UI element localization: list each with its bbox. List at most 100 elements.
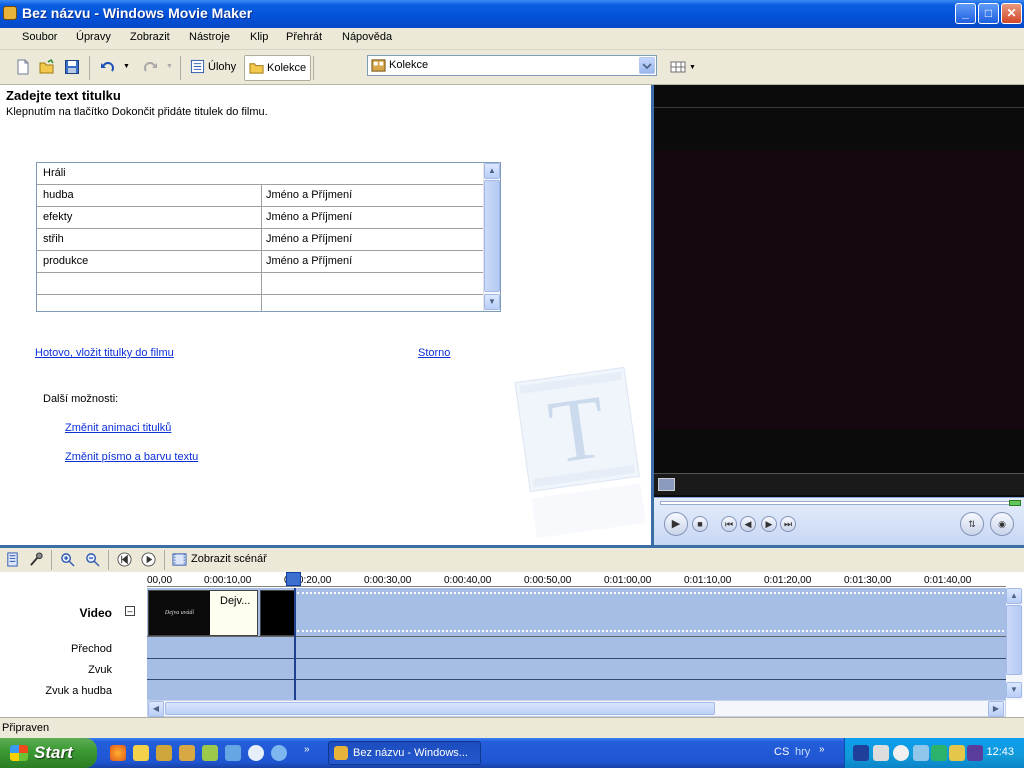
view-options-dropdown-icon[interactable]: ▼ — [689, 64, 696, 71]
undo-icon[interactable] — [99, 59, 115, 75]
toolbar-label[interactable]: hry — [795, 746, 810, 758]
tray-app-icon[interactable] — [931, 745, 947, 761]
undo-dropdown-icon[interactable]: ▼ — [123, 63, 130, 70]
stop-button[interactable]: ■ — [692, 516, 708, 532]
language-indicator[interactable]: CS — [774, 746, 789, 758]
minimize-button[interactable]: _ — [955, 3, 976, 24]
change-font-color-link[interactable]: Změnit písmo a barvu textu — [65, 451, 198, 463]
collection-select[interactable]: Kolekce — [367, 55, 657, 76]
forward-button[interactable]: ⏭ — [780, 516, 796, 532]
redo-icon[interactable] — [143, 59, 159, 75]
collections-button[interactable]: Kolekce — [244, 55, 312, 81]
credit-role-cell[interactable]: hudba — [43, 189, 261, 201]
cancel-link[interactable]: Storno — [418, 347, 450, 359]
title-clip[interactable]: Dejva uvádí Dejv... — [148, 590, 258, 636]
title-bar[interactable]: Bez názvu - Windows Movie Maker _ □ ✕ — [0, 0, 1024, 28]
zoom-in-icon[interactable] — [60, 552, 75, 567]
credits-table[interactable]: Hráli hudba Jméno a Příjmení efekty Jmén… — [36, 162, 501, 312]
split-clip-button[interactable]: ⇅ — [960, 512, 984, 536]
scroll-left-icon[interactable]: ◀ — [148, 701, 164, 717]
tasks-button[interactable]: Úlohy — [186, 55, 240, 81]
credit-name-cell[interactable] — [261, 295, 483, 311]
scroll-up-icon[interactable]: ▲ — [484, 163, 500, 179]
zoom-out-icon[interactable] — [85, 552, 100, 567]
scroll-right-icon[interactable]: ▶ — [988, 701, 1004, 717]
table-row[interactable] — [37, 295, 483, 311]
timeline-horizontal-scrollbar[interactable]: ◀ ▶ — [147, 700, 1006, 717]
menu-play[interactable]: Přehrát — [286, 31, 322, 43]
play-button[interactable]: ▶ — [664, 512, 688, 536]
show-storyboard-button[interactable]: Zobrazit scénář — [191, 553, 267, 565]
scroll-up-icon[interactable]: ▲ — [1006, 588, 1022, 604]
credit-role-cell[interactable]: efekty — [43, 211, 261, 223]
scroll-thumb[interactable] — [165, 702, 715, 715]
save-project-icon[interactable] — [64, 59, 80, 75]
tray-app-icon[interactable] — [873, 745, 889, 761]
menu-help[interactable]: Nápověda — [342, 31, 392, 43]
timeline-tracks[interactable]: Dejva uvádí Dejv... — [147, 588, 1006, 700]
credit-name-cell[interactable]: Jméno a Příjmení — [261, 229, 483, 250]
collapse-track-icon[interactable]: – — [125, 606, 135, 616]
scroll-thumb[interactable] — [484, 180, 500, 292]
credit-role-cell[interactable]: střih — [43, 233, 261, 245]
time-ruler[interactable]: 00,00 0:00:10,00 0:00:20,00 0:00:30,00 0… — [147, 572, 1006, 587]
credit-name-cell[interactable] — [261, 273, 483, 294]
table-row[interactable]: efekty Jméno a Příjmení — [37, 207, 483, 229]
table-row[interactable]: střih Jméno a Příjmení — [37, 229, 483, 251]
scroll-thumb[interactable] — [1006, 605, 1022, 675]
scroll-down-icon[interactable]: ▼ — [484, 294, 500, 310]
close-button[interactable]: ✕ — [1001, 3, 1022, 24]
timeline-vertical-scrollbar[interactable]: ▲ ▼ — [1006, 588, 1023, 700]
new-project-icon[interactable] — [15, 59, 31, 75]
menu-clip[interactable]: Klip — [250, 31, 268, 43]
taskbar-task-movie-maker[interactable]: Bez názvu - Windows... — [328, 741, 481, 765]
video-track[interactable]: Dejva uvádí Dejv... — [147, 588, 1006, 637]
fullscreen-icon[interactable] — [658, 478, 675, 491]
credit-name-cell[interactable]: Jméno a Příjmení — [261, 207, 483, 228]
back-button[interactable]: ⏮ — [721, 516, 737, 532]
credit-name-cell[interactable]: Jméno a Příjmení — [261, 185, 483, 206]
quicklaunch-app-icon[interactable] — [225, 745, 241, 761]
next-frame-button[interactable]: ▶ — [761, 516, 777, 532]
maximize-button[interactable]: □ — [978, 3, 999, 24]
playhead-handle[interactable] — [286, 572, 301, 586]
view-options-icon[interactable] — [670, 59, 686, 75]
toolbar-more-icon[interactable]: » — [819, 744, 825, 755]
quicklaunch-app-icon[interactable] — [179, 745, 195, 761]
menu-file[interactable]: Soubor — [22, 31, 57, 43]
black-clip[interactable] — [260, 590, 295, 636]
done-insert-titles-link[interactable]: Hotovo, vložit titulky do filmu — [35, 347, 174, 359]
film-strip-icon[interactable] — [172, 552, 187, 567]
quicklaunch-app-icon[interactable] — [202, 745, 218, 761]
storyboard-icon[interactable] — [5, 552, 20, 567]
start-button[interactable]: Start — [0, 738, 97, 768]
credits-header-row[interactable]: Hráli — [37, 163, 483, 185]
rewind-timeline-icon[interactable] — [117, 552, 132, 567]
table-row[interactable]: produkce Jméno a Příjmení — [37, 251, 483, 273]
chat-bubble-icon[interactable] — [248, 745, 264, 761]
quicklaunch-app-icon[interactable] — [156, 745, 172, 761]
security-shield-icon[interactable] — [967, 745, 983, 761]
play-timeline-icon[interactable] — [141, 552, 156, 567]
firefox-icon[interactable] — [110, 745, 126, 761]
menu-view[interactable]: Zobrazit — [130, 31, 170, 43]
credit-name-cell[interactable]: Jméno a Příjmení — [261, 251, 483, 272]
messenger-icon[interactable] — [133, 745, 149, 761]
table-row[interactable]: hudba Jméno a Příjmení — [37, 185, 483, 207]
table-row[interactable] — [37, 273, 483, 295]
narrate-microphone-icon[interactable] — [29, 552, 44, 567]
quicklaunch-more-icon[interactable]: » — [304, 744, 310, 755]
clock[interactable]: 12:43 — [986, 746, 1014, 758]
scroll-down-icon[interactable]: ▼ — [1006, 682, 1022, 698]
seek-bar[interactable] — [660, 501, 1015, 505]
drop-zone[interactable] — [297, 592, 1004, 632]
chevron-down-icon[interactable] — [639, 57, 655, 74]
tray-app-icon[interactable] — [893, 745, 909, 761]
open-project-icon[interactable] — [39, 59, 55, 75]
network-icon[interactable] — [913, 745, 929, 761]
tray-app-icon[interactable] — [949, 745, 965, 761]
tray-app-icon[interactable] — [853, 745, 869, 761]
change-title-animation-link[interactable]: Změnit animaci titulků — [65, 422, 171, 434]
menu-edit[interactable]: Úpravy — [76, 31, 111, 43]
credits-header-cell[interactable]: Hráli — [43, 167, 261, 179]
